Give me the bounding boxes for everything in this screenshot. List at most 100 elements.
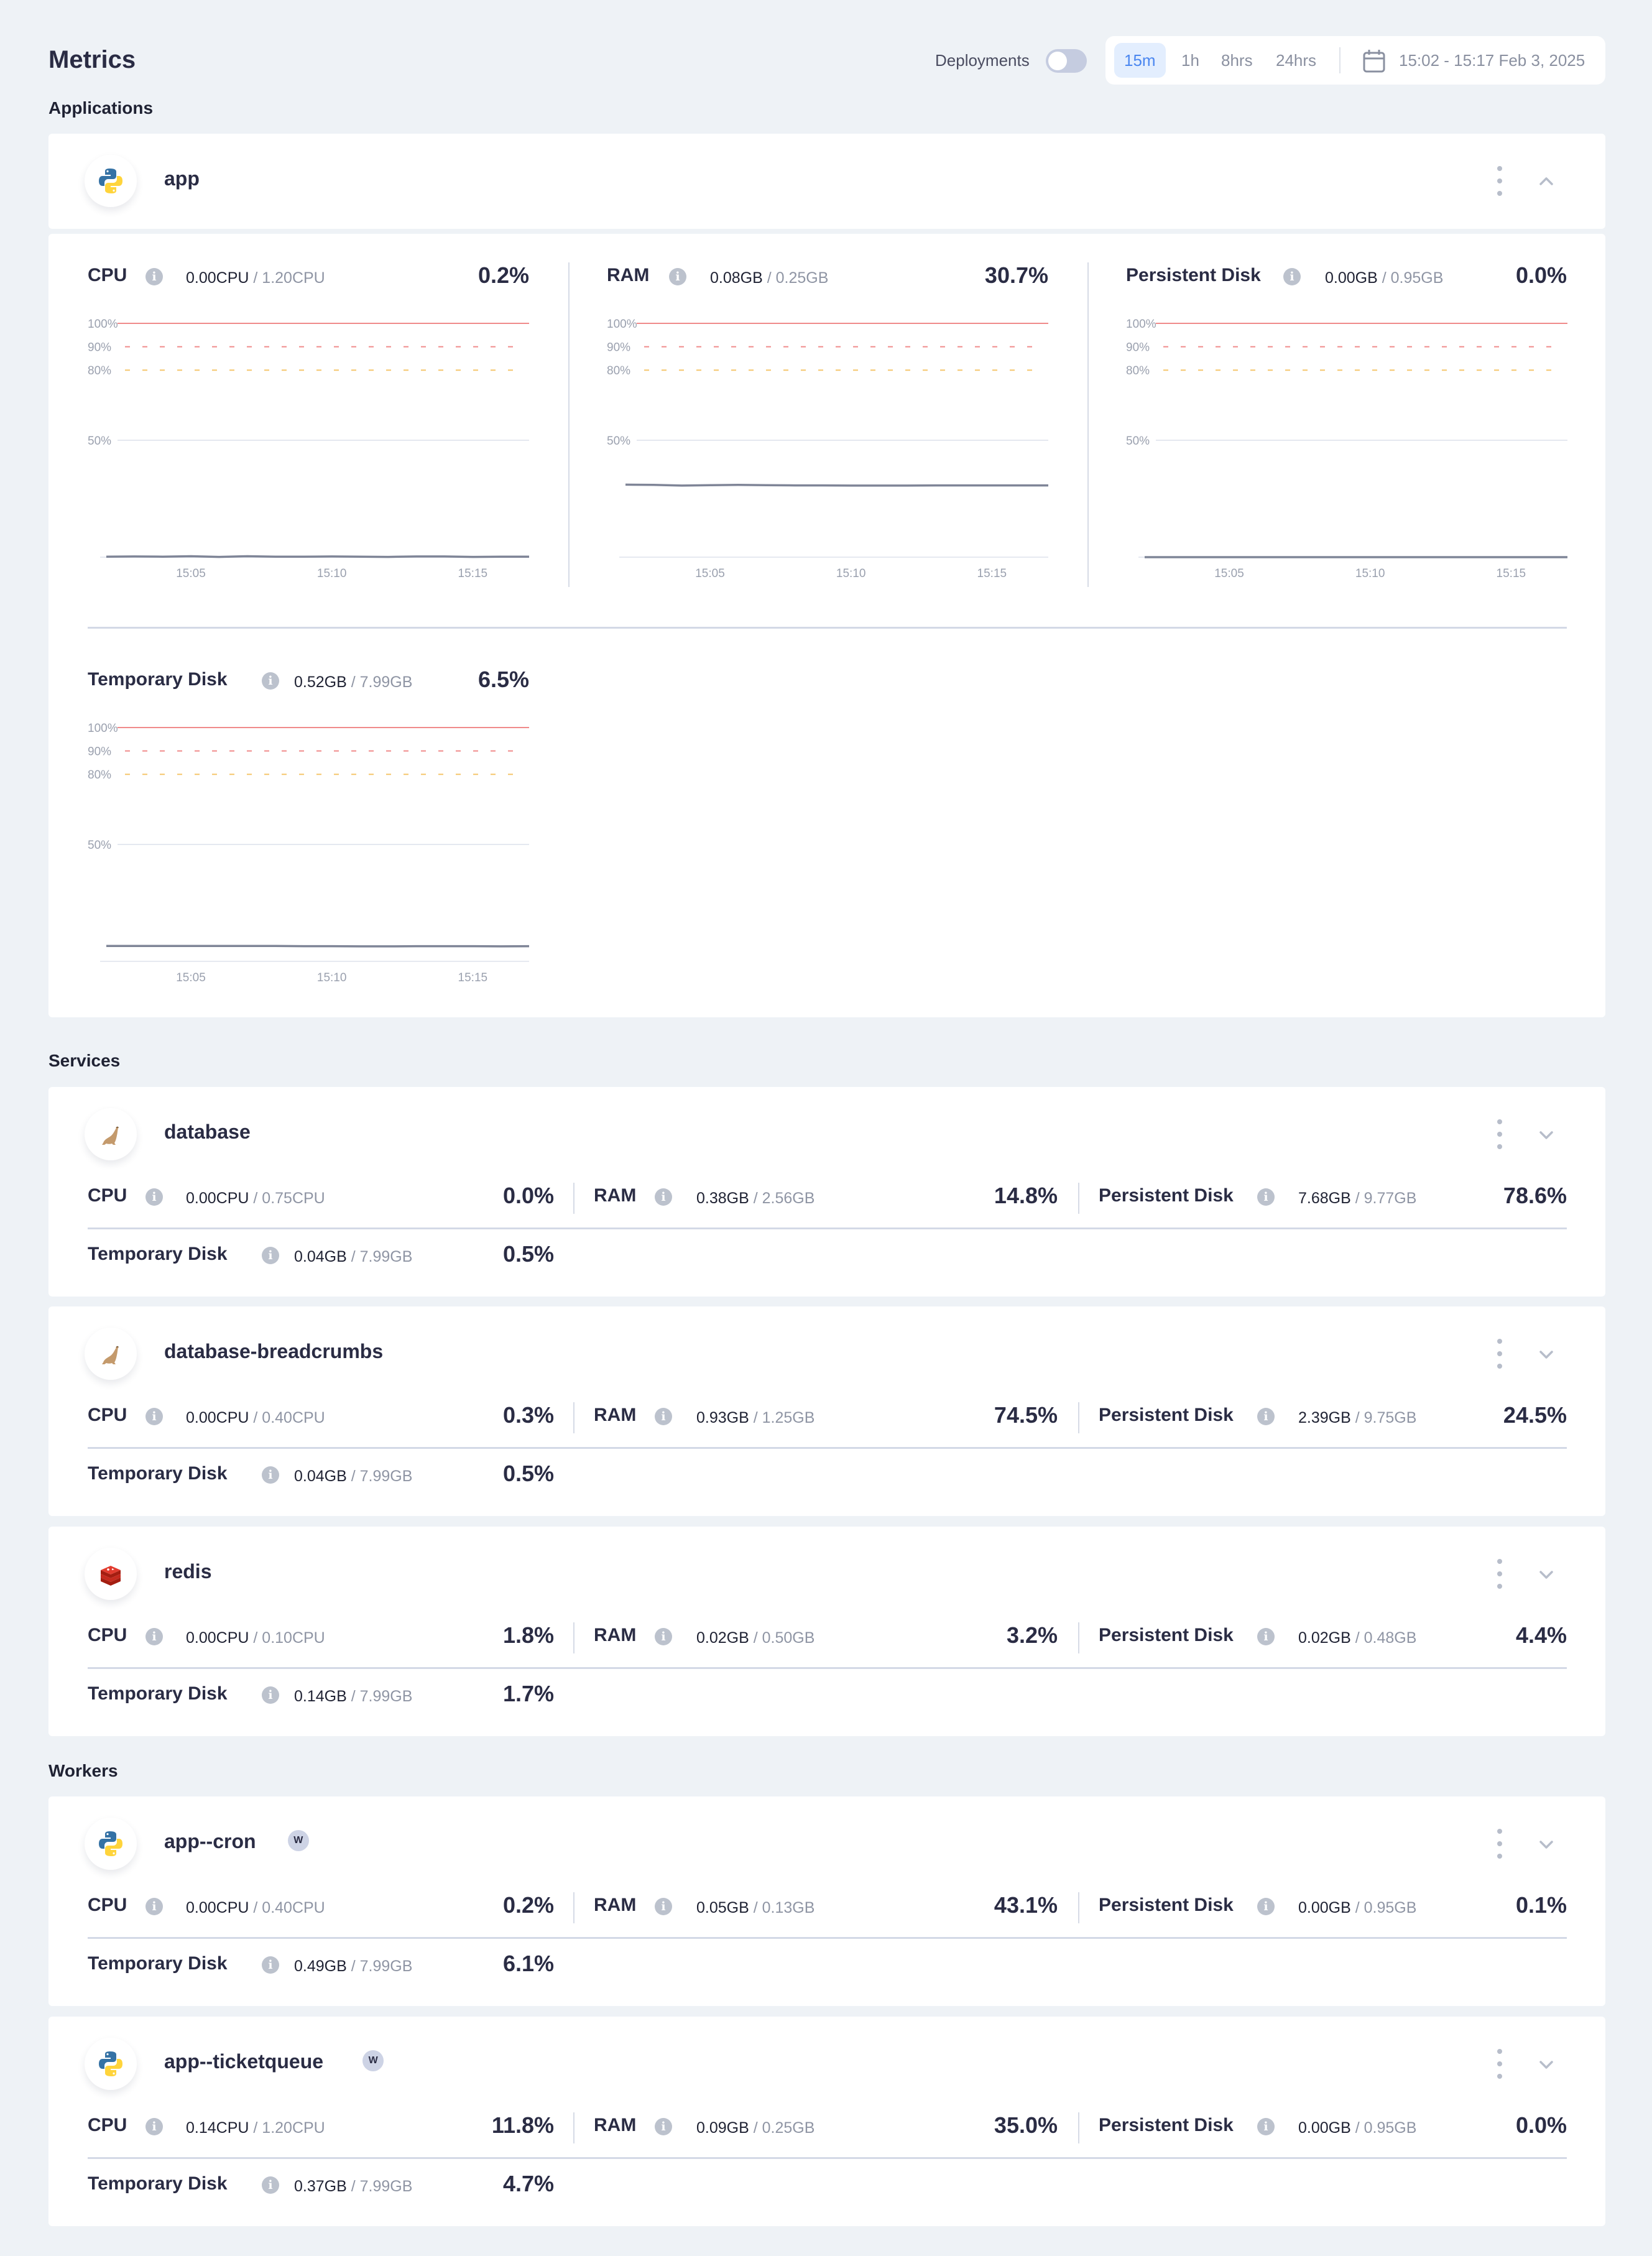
info-icon[interactable]: i: [145, 268, 163, 285]
info-icon[interactable]: i: [145, 1628, 163, 1645]
service-logo: [85, 1328, 137, 1380]
chart-percent-cpu: 0.2%: [478, 262, 529, 288]
ram-chart[interactable]: 100% 90% 80% 50% 15:05 15:10 15:15: [607, 315, 1049, 588]
date-range-text[interactable]: 15:02 - 15:17 Feb 3, 2025: [1399, 36, 1585, 85]
info-icon[interactable]: i: [262, 1956, 279, 1974]
info-icon[interactable]: i: [655, 1628, 672, 1645]
chevron-down-icon[interactable]: [1537, 1565, 1556, 1584]
x-tick-label: 15:15: [458, 971, 488, 984]
info-icon[interactable]: i: [262, 1247, 279, 1264]
range-24hrs-button[interactable]: 24hrs: [1266, 43, 1326, 78]
service-name: app--ticketqueue: [164, 2050, 324, 2073]
service-more-menu-button[interactable]: [1493, 1339, 1506, 1369]
info-icon[interactable]: i: [145, 2118, 163, 2135]
metric-percent-cpu: 11.8%: [491, 2112, 554, 2138]
service-more-menu-button[interactable]: [1493, 1119, 1506, 1149]
y-tick-label: 50%: [88, 435, 111, 448]
info-icon[interactable]: i: [262, 1686, 279, 1704]
metric-divider: [573, 1892, 575, 1923]
chart-percent-ram: 30.7%: [984, 262, 1048, 288]
metric-percent-persistent-disk: 24.5%: [1503, 1402, 1567, 1428]
info-icon[interactable]: i: [1257, 1628, 1275, 1645]
metric-divider: [1078, 1622, 1079, 1653]
info-icon[interactable]: i: [669, 268, 686, 285]
metric-percent-temporary-disk: 1.7%: [502, 1681, 554, 1706]
metric-usage-ram: 0.93GB / 1.25GB: [696, 1409, 815, 1426]
metric-percent-persistent-disk: 4.4%: [1515, 1622, 1567, 1648]
range-1h-button[interactable]: 1h: [1171, 43, 1209, 78]
x-tick-label: 15:05: [176, 971, 206, 984]
chart-percent-persistent-disk: 0.0%: [1515, 262, 1567, 288]
chart-svg: 100% 90% 80% 50% 15:05 15:10 15:15: [1126, 318, 1568, 580]
metric-row-divider: [88, 1447, 1567, 1449]
info-icon[interactable]: i: [262, 1466, 279, 1484]
service-name: database: [164, 1121, 251, 1143]
info-icon[interactable]: i: [145, 1408, 163, 1425]
deployments-label: Deployments: [935, 51, 1030, 70]
metric-label-cpu: CPU: [88, 1185, 127, 1206]
service-more-menu-button[interactable]: [1493, 2049, 1506, 2079]
app-name: app: [164, 167, 200, 190]
info-icon[interactable]: i: [655, 1188, 672, 1206]
chart-divider: [568, 262, 570, 587]
persistent-disk-chart[interactable]: 100% 90% 80% 50% 15:05 15:10 15:15: [1126, 315, 1568, 588]
info-icon[interactable]: i: [655, 2118, 672, 2135]
metric-label-ram: RAM: [594, 1185, 637, 1206]
service-logo: [85, 2038, 137, 2090]
chevron-down-icon[interactable]: [1537, 1126, 1556, 1144]
chevron-down-icon[interactable]: [1537, 2055, 1556, 2074]
app-more-menu-button[interactable]: [1493, 166, 1506, 196]
metric-label-cpu: CPU: [88, 1405, 127, 1425]
metric-usage-ram: 0.05GB / 0.13GB: [696, 1899, 815, 1916]
x-tick-label: 15:05: [176, 567, 206, 580]
info-icon[interactable]: i: [655, 1898, 672, 1915]
metric-percent-ram: 74.5%: [994, 1402, 1058, 1428]
worker-badge: W: [362, 2050, 384, 2071]
metric-percent-temporary-disk: 0.5%: [502, 1461, 554, 1486]
y-tick-label: 90%: [88, 746, 111, 759]
info-icon[interactable]: i: [1257, 1898, 1275, 1915]
x-tick-label: 15:15: [977, 567, 1007, 580]
metric-usage-persistent-disk: 0.02GB / 0.48GB: [1298, 1629, 1417, 1647]
section-applications: Applications: [48, 98, 154, 118]
cpu-chart[interactable]: 100% 90% 80% 50% 15:05 15:10 15:15: [88, 315, 530, 588]
service-card-database: database CPU i 0.00CPU / 0.75CPU 0.0% RA…: [48, 1087, 1605, 1297]
service-card-redis: redis CPU i 0.00CPU / 0.10CPU 1.8% RAM i…: [48, 1527, 1605, 1736]
info-icon[interactable]: i: [145, 1898, 163, 1915]
info-icon[interactable]: i: [262, 2176, 279, 2194]
page-title: Metrics: [48, 46, 136, 73]
metric-percent-persistent-disk: 78.6%: [1503, 1183, 1567, 1208]
metric-divider: [573, 1183, 575, 1214]
info-icon[interactable]: i: [145, 1188, 163, 1206]
metric-divider: [573, 1402, 575, 1433]
metric-row-divider: [88, 1227, 1567, 1229]
service-name: app--cron: [164, 1830, 256, 1852]
metric-usage-cpu: 0.00CPU / 0.40CPU: [186, 1409, 325, 1426]
y-tick-label: 50%: [88, 839, 111, 852]
range-15m-button[interactable]: 15m: [1114, 43, 1166, 78]
metric-usage-cpu: 0.00CPU / 0.75CPU: [186, 1190, 325, 1207]
chevron-down-icon[interactable]: [1537, 1345, 1556, 1364]
info-icon[interactable]: i: [1257, 2118, 1275, 2135]
y-tick-label: 100%: [88, 318, 118, 331]
info-icon[interactable]: i: [1283, 268, 1301, 285]
metric-divider: [1078, 2112, 1079, 2143]
range-divider: [1339, 47, 1341, 73]
deployments-toggle[interactable]: [1046, 49, 1087, 73]
metric-percent-ram: 43.1%: [994, 1892, 1058, 1918]
temporary-disk-chart[interactable]: 100% 90% 80% 50% 15:05 15:10 15:15: [88, 719, 530, 992]
service-more-menu-button[interactable]: [1493, 1559, 1506, 1589]
metric-percent-temporary-disk: 0.5%: [502, 1241, 554, 1267]
info-icon[interactable]: i: [262, 672, 279, 690]
worker-card-app--ticketqueue: app--ticketqueue W CPU i 0.14CPU / 1.20C…: [48, 2017, 1605, 2226]
service-card-database-breadcrumbs: database-breadcrumbs CPU i 0.00CPU / 0.4…: [48, 1306, 1605, 1516]
chevron-up-icon[interactable]: [1537, 172, 1556, 190]
chevron-down-icon[interactable]: [1537, 1835, 1556, 1854]
info-icon[interactable]: i: [1257, 1408, 1275, 1425]
range-8hrs-button[interactable]: 8hrs: [1211, 43, 1263, 78]
service-logo: [85, 1548, 137, 1600]
calendar-icon[interactable]: [1363, 49, 1385, 73]
service-more-menu-button[interactable]: [1493, 1829, 1506, 1859]
info-icon[interactable]: i: [1257, 1188, 1275, 1206]
info-icon[interactable]: i: [655, 1408, 672, 1425]
